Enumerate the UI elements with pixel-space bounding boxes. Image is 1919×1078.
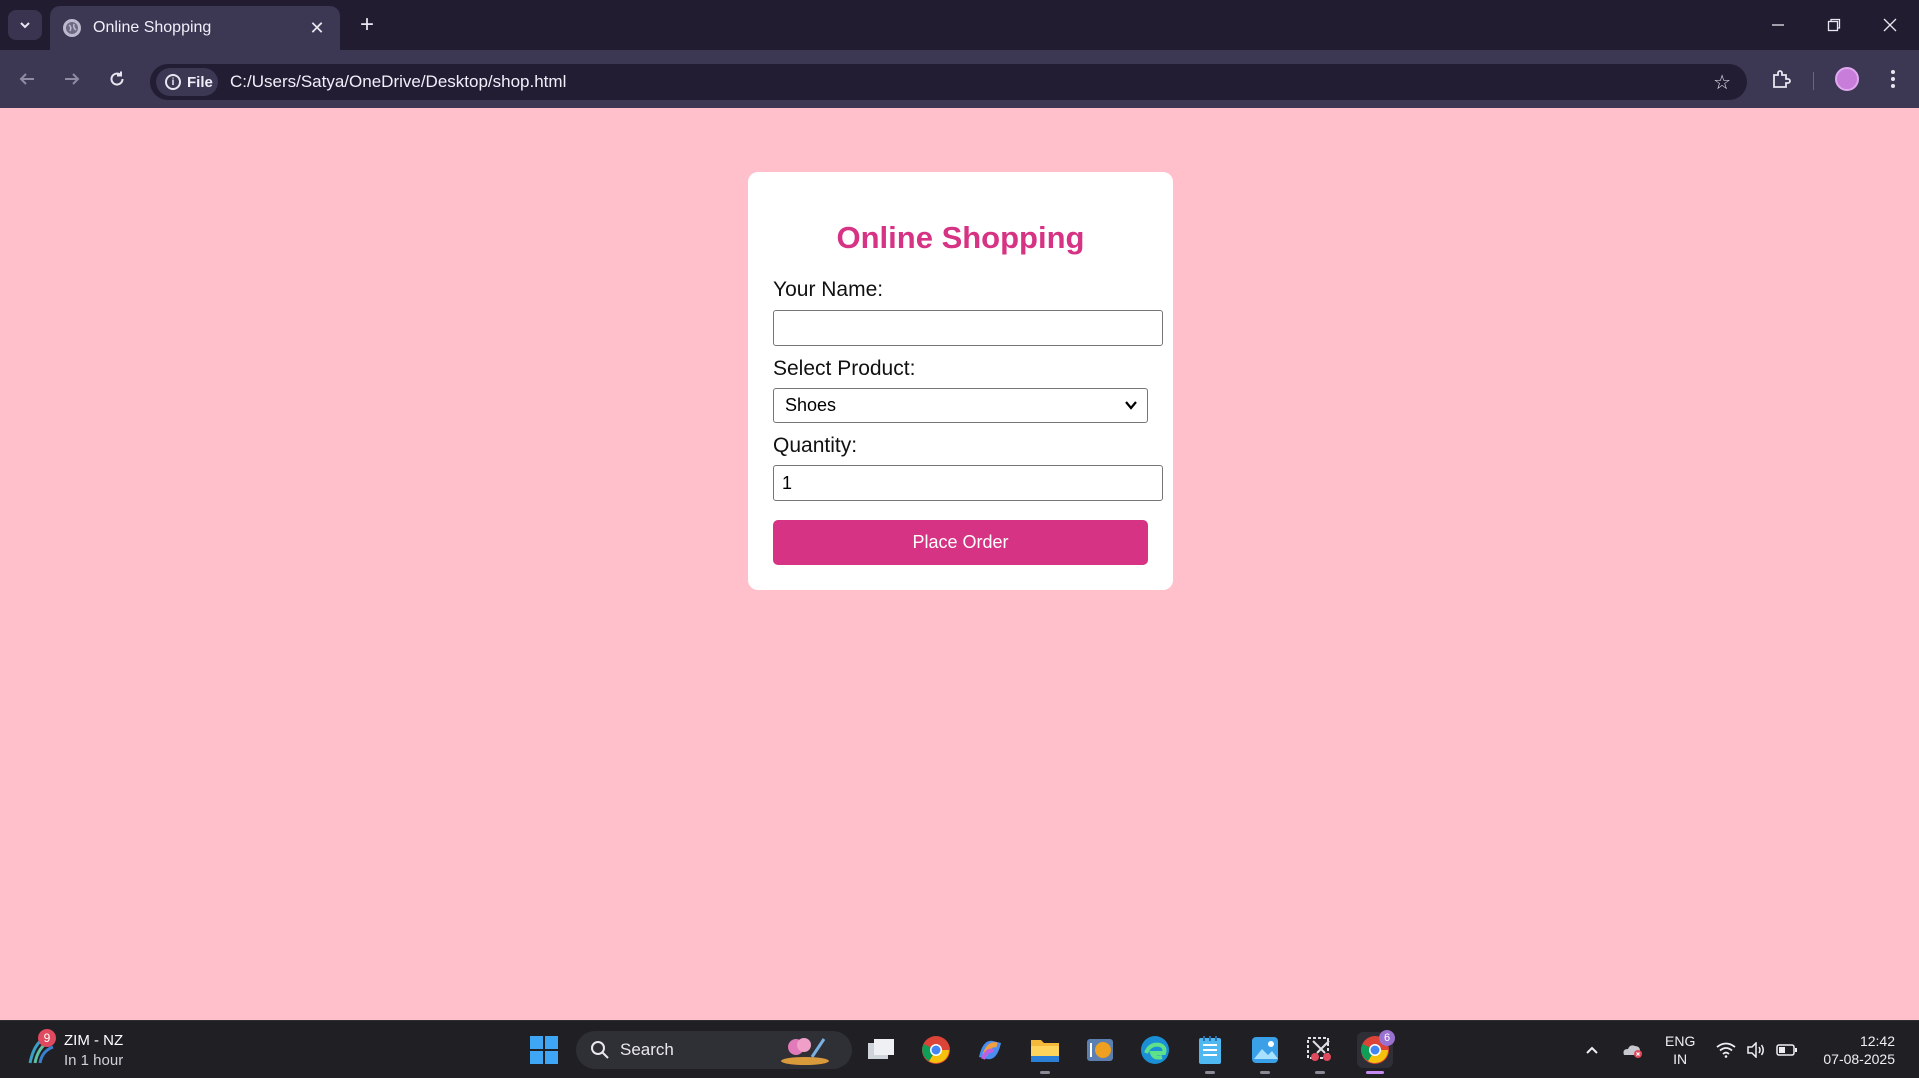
product-select[interactable]: Shoes [773,388,1148,423]
puzzle-icon [1773,70,1791,88]
weather-title: ZIM - NZ [64,1032,124,1049]
taskbar-search[interactable]: Search [576,1031,852,1069]
back-button[interactable] [10,62,44,96]
photos-icon[interactable] [1247,1032,1283,1074]
search-icon [591,1041,609,1059]
notepad-icon[interactable] [1192,1032,1228,1074]
media-player-icon[interactable] [1082,1032,1118,1068]
arrow-right-icon [65,73,80,85]
profile-badge: 6 [1379,1030,1395,1046]
tab-search-button[interactable] [8,10,42,40]
place-order-button[interactable]: Place Order [773,520,1148,565]
running-indicator [1205,1071,1215,1074]
browser-menu-button[interactable] [1876,62,1910,96]
product-label: Select Product: [773,357,916,380]
browser-toolbar: i File C:/Users/Satya/OneDrive/Desktop/s… [0,50,1919,108]
weather-subtitle: In 1 hour [64,1052,124,1069]
arrow-left-icon [19,73,34,85]
site-info-chip[interactable]: i File [156,68,218,96]
chrome-active-icon[interactable]: 6 [1357,1030,1395,1074]
forward-button[interactable] [55,62,89,96]
clock-date: 07-08-2025 [1823,1051,1895,1067]
reload-button[interactable] [100,62,134,96]
taskbar-clock[interactable]: 12:42 07-08-2025 [1815,1032,1895,1068]
search-label: Search [620,1040,674,1059]
search-highlight-icon [780,1038,829,1065]
language-code: ENG [1665,1033,1696,1049]
name-input[interactable] [773,310,1163,346]
bookmark-star-icon[interactable]: ☆ [1713,70,1731,95]
volume-icon[interactable] [1746,1021,1766,1078]
wifi-icon[interactable] [1716,1021,1736,1078]
minimize-icon [1772,24,1784,26]
edge-icon[interactable] [1137,1032,1173,1068]
close-window-button[interactable] [1862,0,1918,50]
new-tab-button[interactable]: + [352,10,382,40]
running-indicator [1315,1071,1325,1074]
task-view-icon[interactable] [863,1032,899,1068]
extensions-button[interactable] [1764,62,1798,96]
quantity-input[interactable]: 1 [773,465,1163,501]
tab-online-shopping[interactable]: Online Shopping ✕ [50,6,340,50]
windows-start-icon[interactable] [526,1032,562,1068]
minimize-button[interactable] [1750,0,1806,50]
clock-time: 12:42 [1859,1033,1895,1049]
battery-icon[interactable] [1776,1021,1798,1078]
chevron-up-icon [1586,1046,1598,1054]
restore-icon [1827,18,1841,32]
more-vertical-icon [1891,70,1895,88]
product-selected-value: Shoes [785,395,837,415]
toolbar-separator [1813,72,1814,90]
windows-taskbar: 9 ZIM - NZ In 1 hour Search 6 ENG IN 12:… [0,1020,1919,1078]
active-indicator [1366,1071,1384,1074]
order-form-card: Online Shopping Your Name: Select Produc… [748,172,1173,590]
onedrive-icon[interactable] [1620,1021,1644,1078]
browser-titlebar: Online Shopping ✕ + [0,0,1919,50]
language-indicator[interactable]: ENG IN [1665,1032,1695,1068]
reload-icon [110,71,124,86]
chrome-icon[interactable] [918,1032,954,1068]
chevron-down-icon [20,22,30,29]
running-indicator [1040,1071,1050,1074]
page-title: Online Shopping [836,220,1085,255]
address-bar[interactable]: i File C:/Users/Satya/OneDrive/Desktop/s… [150,64,1747,100]
name-label: Your Name: [773,278,884,301]
avatar [1835,67,1859,91]
file-explorer-icon[interactable] [1027,1032,1063,1074]
region-code: IN [1673,1051,1688,1067]
url-text[interactable]: C:/Users/Satya/OneDrive/Desktop/shop.htm… [230,72,566,92]
site-chip-label: File [187,73,213,91]
running-indicator [1260,1071,1270,1074]
restore-button[interactable] [1806,0,1862,50]
close-icon [1883,18,1897,32]
tab-title: Online Shopping [93,19,212,36]
profile-button[interactable] [1830,62,1864,96]
notification-badge: 9 [38,1029,56,1047]
snipping-tool-icon[interactable] [1302,1032,1338,1074]
globe-icon [63,19,81,37]
info-icon: i [165,74,181,90]
quantity-label: Quantity: [773,434,858,457]
chevron-down-icon [1125,401,1137,410]
copilot-icon[interactable] [972,1032,1008,1068]
show-hidden-icons-button[interactable] [1584,1021,1600,1078]
close-tab-icon[interactable]: ✕ [304,15,330,41]
